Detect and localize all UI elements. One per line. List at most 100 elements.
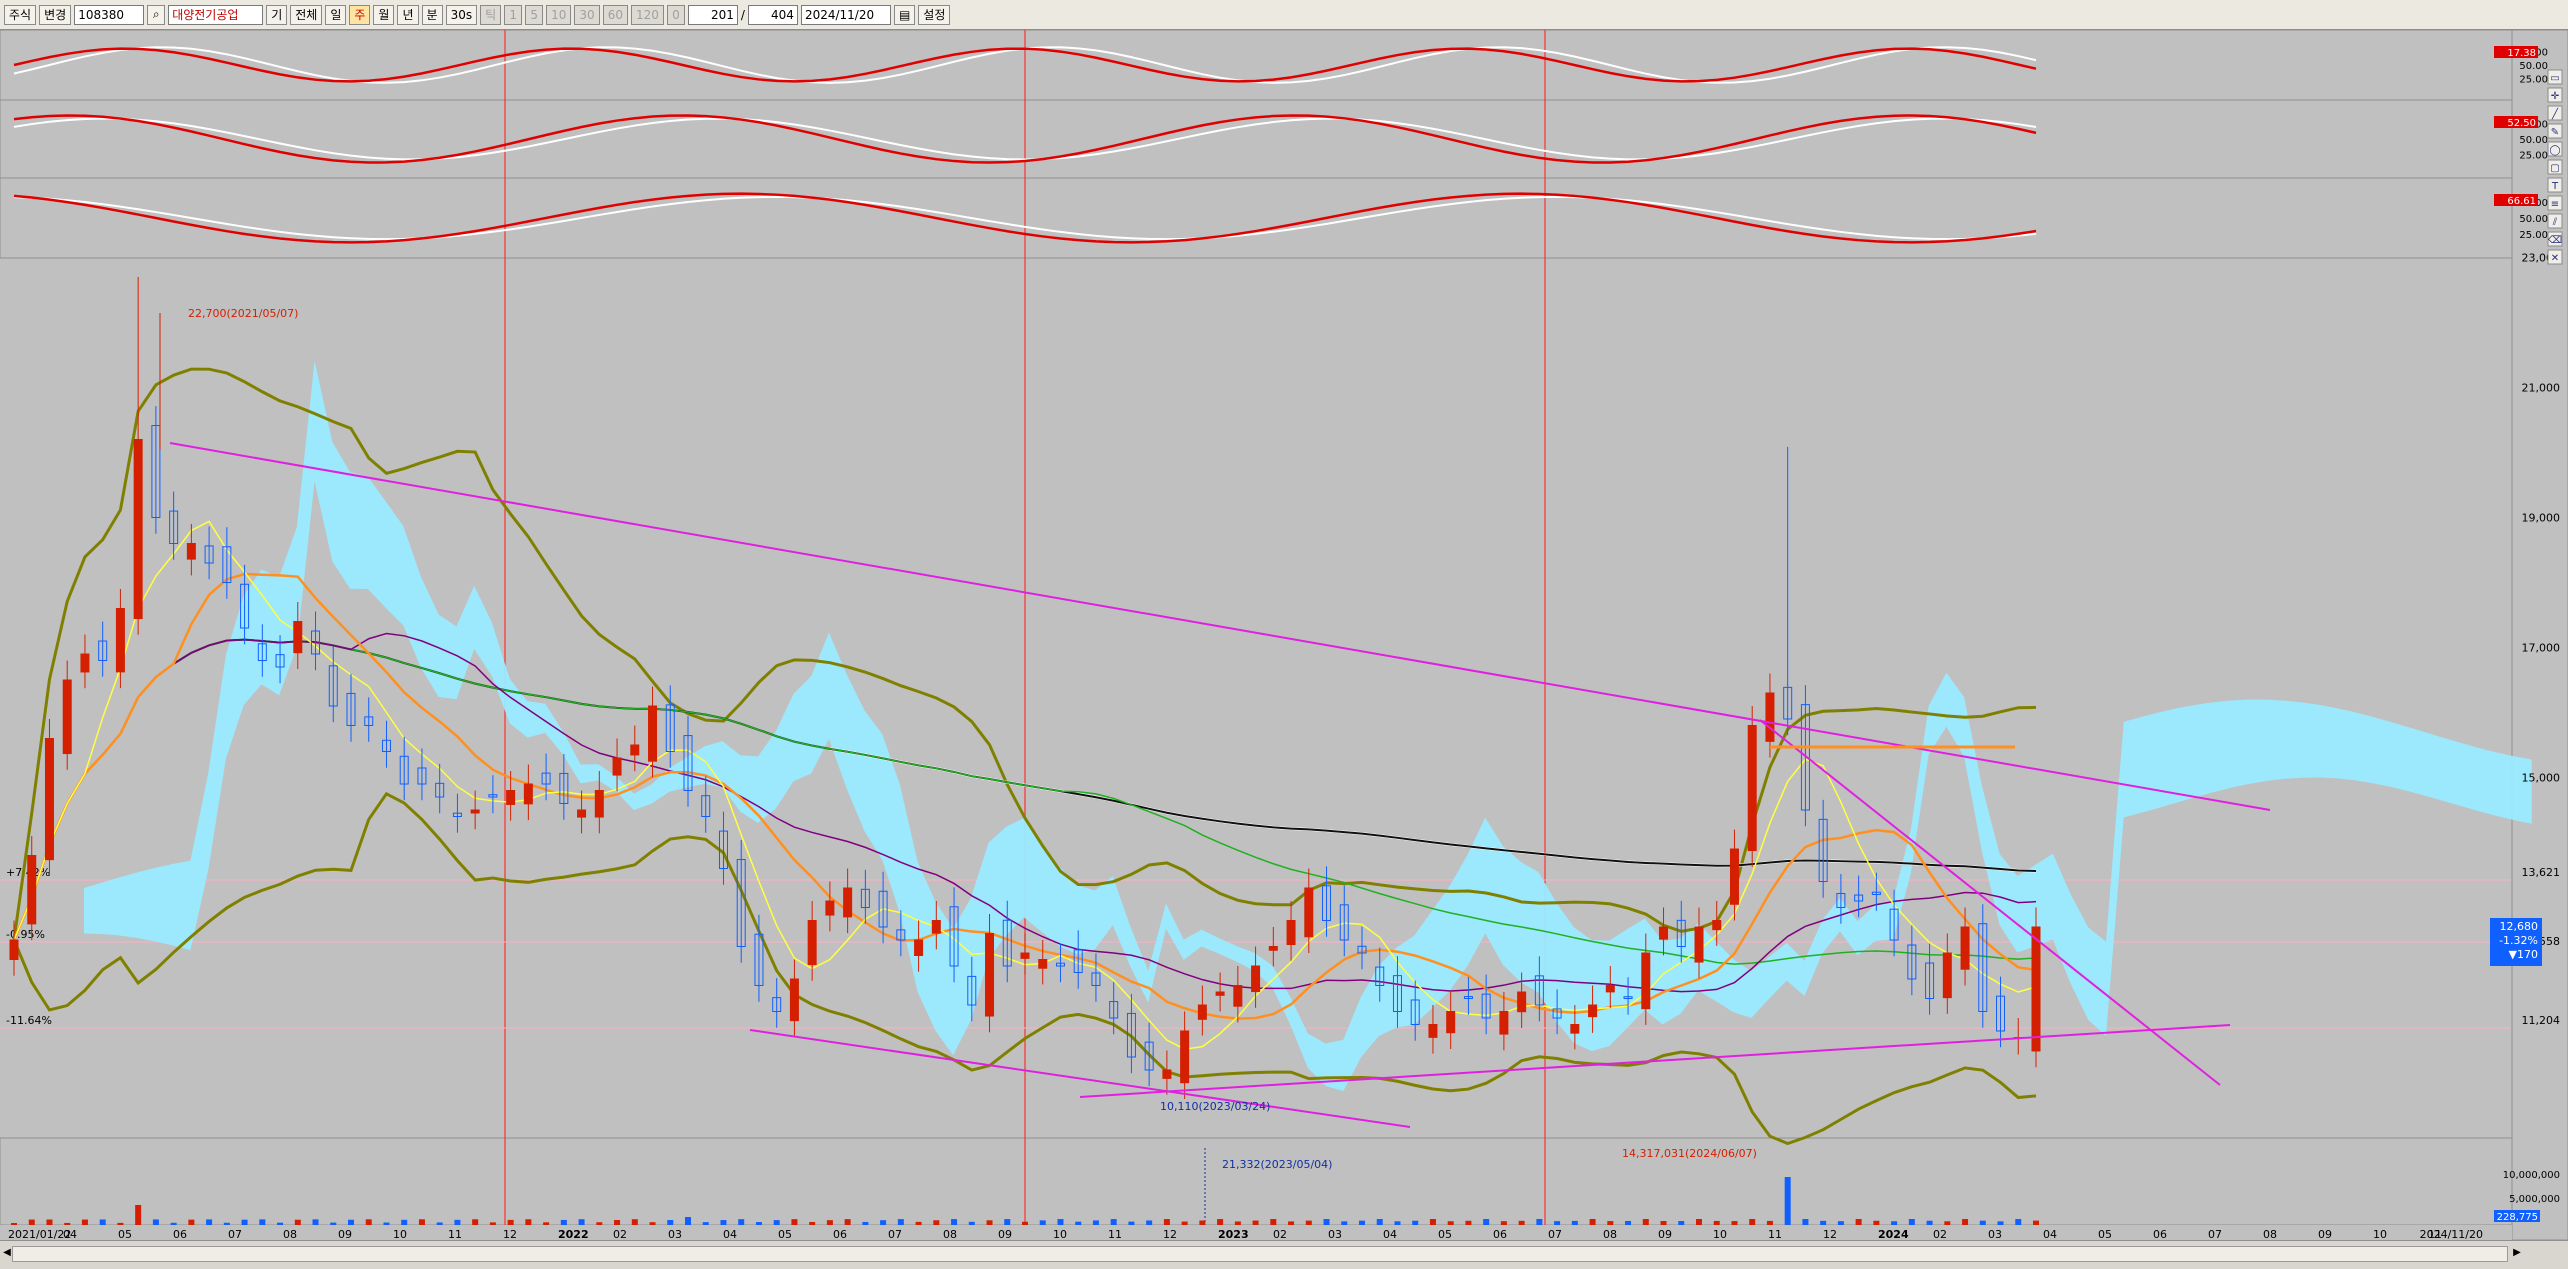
volume-bar	[1642, 1219, 1649, 1225]
x-tick: 07	[228, 1228, 242, 1240]
x-tick: 06	[833, 1228, 847, 1240]
y-axis-strip	[2511, 30, 2568, 1240]
candle	[1304, 868, 1314, 953]
candle-body	[1197, 1004, 1207, 1020]
period-button-1[interactable]: 5	[525, 4, 544, 25]
toolbar-item-5[interactable]: 년	[397, 4, 419, 25]
volume-bar	[1713, 1220, 1720, 1225]
toolbar-item-4[interactable]: 월	[373, 4, 395, 25]
stock-code-input[interactable]: 108380	[74, 4, 145, 25]
volume-bar	[1057, 1219, 1064, 1225]
volume-bar	[1784, 1177, 1791, 1225]
toolbar-item-6[interactable]: 분	[421, 4, 443, 25]
volume-bar	[951, 1219, 958, 1225]
candle	[488, 775, 498, 814]
toolbar-item-2[interactable]: 일	[325, 4, 347, 25]
volume-bar	[418, 1219, 425, 1225]
volume-bar	[649, 1222, 656, 1225]
x-tick: 06	[2153, 1228, 2167, 1240]
market-select[interactable]: 주식	[4, 4, 37, 25]
candle-body	[1268, 946, 1278, 951]
toolbar-item-3[interactable]: 주	[349, 4, 371, 25]
candle-body	[1694, 926, 1704, 963]
candle	[1268, 927, 1278, 967]
volume-bar	[259, 1219, 266, 1225]
toolbar-item-7[interactable]: 30s	[445, 4, 478, 25]
volume-bar	[1359, 1220, 1365, 1225]
candle-body	[9, 939, 19, 960]
volume-bar	[1660, 1221, 1667, 1225]
stoch-tick: 25.00	[2519, 75, 2548, 86]
candle-body	[1233, 985, 1243, 1007]
x-tick: 08	[283, 1228, 297, 1240]
count-input[interactable]: 201	[687, 4, 738, 25]
candle-body	[62, 679, 72, 755]
period-button-3[interactable]: 30	[574, 4, 600, 25]
toolbar-item-8[interactable]: 틱	[480, 4, 502, 25]
period-button-2[interactable]: 10	[546, 4, 572, 25]
volume-bar	[880, 1220, 887, 1225]
candle-body	[630, 744, 640, 756]
candle-body	[807, 920, 817, 966]
candle	[1357, 926, 1367, 970]
candle-body	[133, 439, 143, 620]
x-tick: 04	[63, 1228, 77, 1240]
x-tick: 05	[2098, 1228, 2112, 1240]
volume-bar	[1181, 1221, 1188, 1225]
volume-bar	[720, 1220, 727, 1225]
volume-bar	[738, 1219, 745, 1225]
candle-body	[1304, 887, 1314, 938]
volume-bar	[1199, 1220, 1206, 1225]
toolbar-item-1[interactable]: 전체	[290, 4, 323, 25]
panel-1	[0, 99, 2513, 179]
volume-bar	[2033, 1220, 2039, 1225]
volume-bar	[277, 1222, 284, 1225]
volume-bar	[152, 1219, 159, 1225]
candle-body	[506, 790, 516, 805]
volume-bar	[1323, 1219, 1330, 1225]
candle	[1020, 933, 1030, 975]
period-button-4[interactable]: 60	[602, 4, 628, 25]
change-button[interactable]: 변경	[39, 4, 72, 25]
x-tick: 09	[998, 1228, 1012, 1240]
candle-body	[80, 653, 90, 673]
candle	[1960, 907, 1970, 986]
volume-bar	[28, 1219, 35, 1225]
chart-area[interactable]: +7.42%-0.95%-11.64%22,700(2021/05/07)10,…	[0, 30, 2568, 1240]
candle	[1463, 977, 1473, 1015]
scroll-right-icon[interactable]: ▶	[2510, 1246, 2524, 1260]
volume-bar	[1731, 1221, 1738, 1225]
volume-bar	[507, 1219, 514, 1225]
horizontal-scrollbar[interactable]: ◀ ▶	[0, 1240, 2568, 1269]
period-button-5[interactable]: 120	[630, 4, 664, 25]
settings-button[interactable]: 설정	[918, 4, 951, 25]
volume-bar	[489, 1222, 496, 1225]
candle-body	[931, 920, 941, 934]
panel-3	[0, 1137, 2513, 1226]
x-tick: 11	[448, 1228, 462, 1240]
candle	[736, 840, 746, 963]
candle	[1428, 1005, 1438, 1054]
total-field: 404	[747, 4, 798, 25]
delete-icon-glyph: ✕	[2551, 253, 2559, 264]
candle-body	[1180, 1030, 1190, 1084]
volume-bar	[1589, 1219, 1596, 1225]
volume-bar	[1749, 1219, 1756, 1225]
x-tick: 08	[943, 1228, 957, 1240]
scroll-thumb[interactable]	[12, 1246, 2508, 1262]
toolbar-item-0[interactable]: 기	[266, 4, 288, 25]
volume-bar	[1696, 1219, 1702, 1225]
volume-bar	[1412, 1220, 1419, 1225]
stoch-tick: 25.00	[2519, 151, 2548, 162]
volume-bar	[383, 1222, 390, 1225]
volume-bar	[1234, 1221, 1241, 1225]
period-button-6[interactable]: 0	[666, 4, 685, 25]
search-icon[interactable]: ⌕	[147, 4, 166, 25]
candle	[807, 901, 817, 981]
x-tick: 09	[2318, 1228, 2332, 1240]
date-input[interactable]: 2024/11/20	[800, 4, 891, 25]
period-button-0[interactable]: 1	[504, 4, 523, 25]
x-tick: 06	[1493, 1228, 1507, 1240]
volume-bar	[933, 1220, 940, 1225]
calendar-icon[interactable]: ▤	[893, 4, 916, 25]
